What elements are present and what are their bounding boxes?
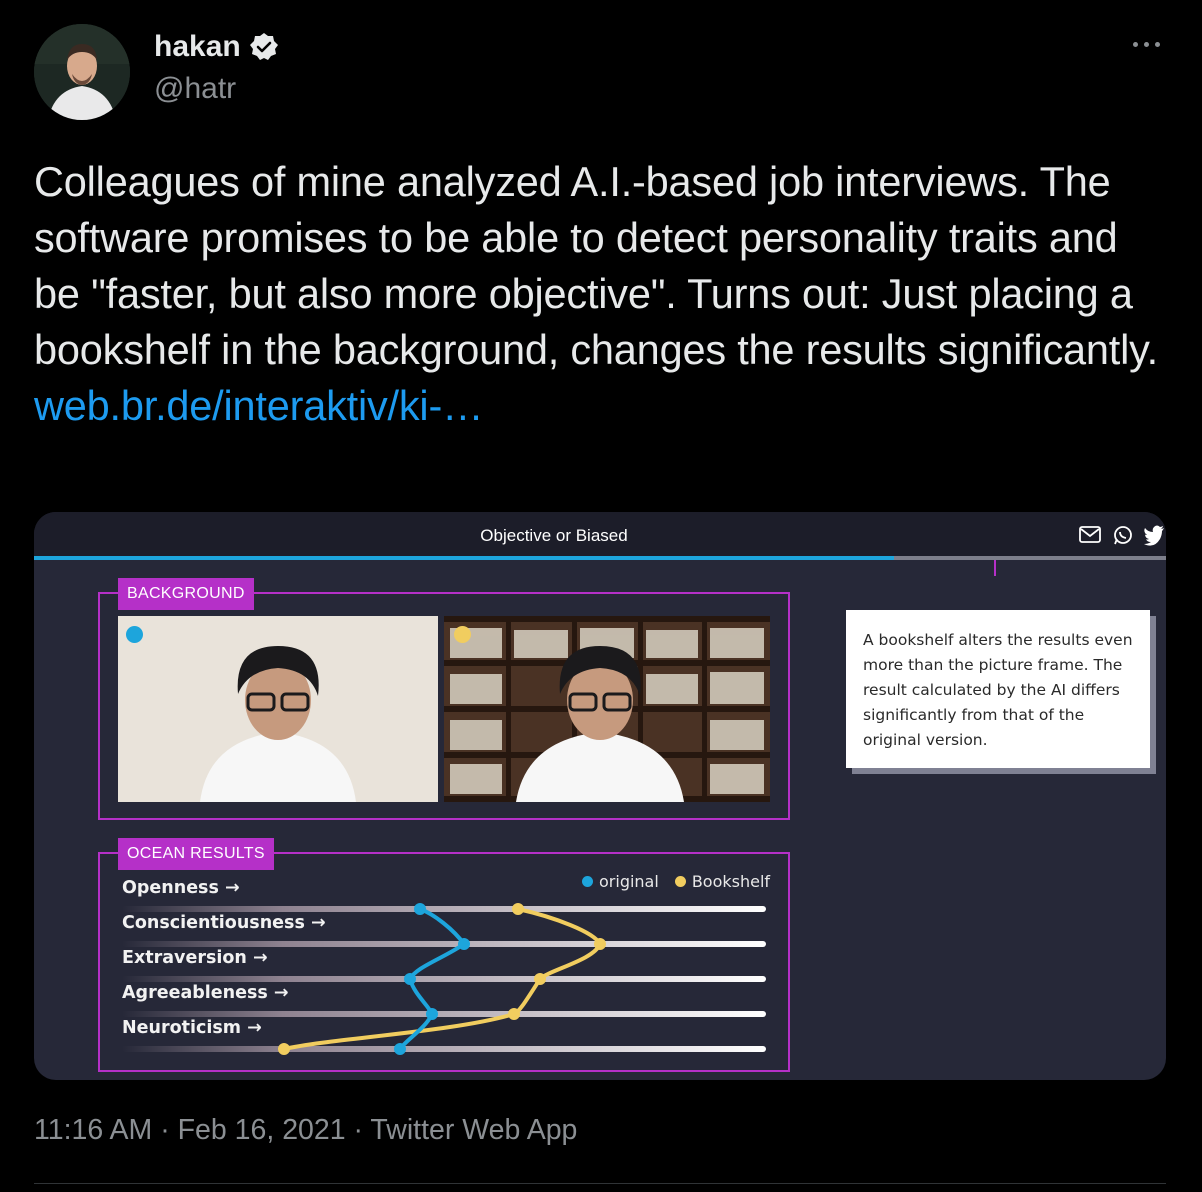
- original-point: [394, 1043, 406, 1055]
- tweet-date[interactable]: Feb 16, 2021: [178, 1114, 346, 1146]
- bookshelf-point: [508, 1008, 520, 1020]
- divider: [34, 1183, 1166, 1184]
- user-name-row[interactable]: hakan: [154, 30, 279, 64]
- bookshelf-point: [594, 938, 606, 950]
- tweet-meta: 11:16 AM · Feb 16, 2021 · Twitter Web Ap…: [34, 1114, 577, 1147]
- bookshelf-point: [278, 1043, 290, 1055]
- bookshelf-point: [512, 903, 524, 915]
- avatar[interactable]: [34, 24, 130, 120]
- scale-bar-conscientiousness: [122, 941, 766, 947]
- more-options-icon[interactable]: [1130, 34, 1164, 54]
- tweet-body: Colleagues of mine analyzed A.I.-based j…: [34, 158, 1158, 373]
- meta-separator: ·: [152, 1114, 178, 1146]
- bookshelf-point: [534, 973, 546, 985]
- original-point: [458, 938, 470, 950]
- tweet-link[interactable]: web.br.de/interaktiv/ki-…: [34, 382, 484, 429]
- tweet-time[interactable]: 11:16 AM: [34, 1114, 152, 1146]
- original-point: [404, 973, 416, 985]
- ocean-chart: [122, 903, 766, 1055]
- verified-badge-icon: [249, 33, 278, 60]
- media-card[interactable]: Objective or Biased BACKGROUND A bookshe…: [34, 512, 1166, 1080]
- original-point: [426, 1008, 438, 1020]
- scale-bar-extraversion: [122, 976, 766, 982]
- meta-separator: ·: [345, 1114, 371, 1146]
- tweet-source[interactable]: Twitter Web App: [370, 1114, 577, 1146]
- user-handle[interactable]: @hatr: [154, 72, 236, 106]
- scale-bar-neuroticism: [122, 1046, 766, 1052]
- scale-bar-agreeableness: [122, 1011, 766, 1017]
- avatar-photo: [34, 24, 130, 120]
- original-point: [414, 903, 426, 915]
- user-name[interactable]: hakan: [154, 30, 241, 64]
- tweet-text: Colleagues of mine analyzed A.I.-based j…: [34, 154, 1174, 434]
- scale-bar-openness: [122, 906, 766, 912]
